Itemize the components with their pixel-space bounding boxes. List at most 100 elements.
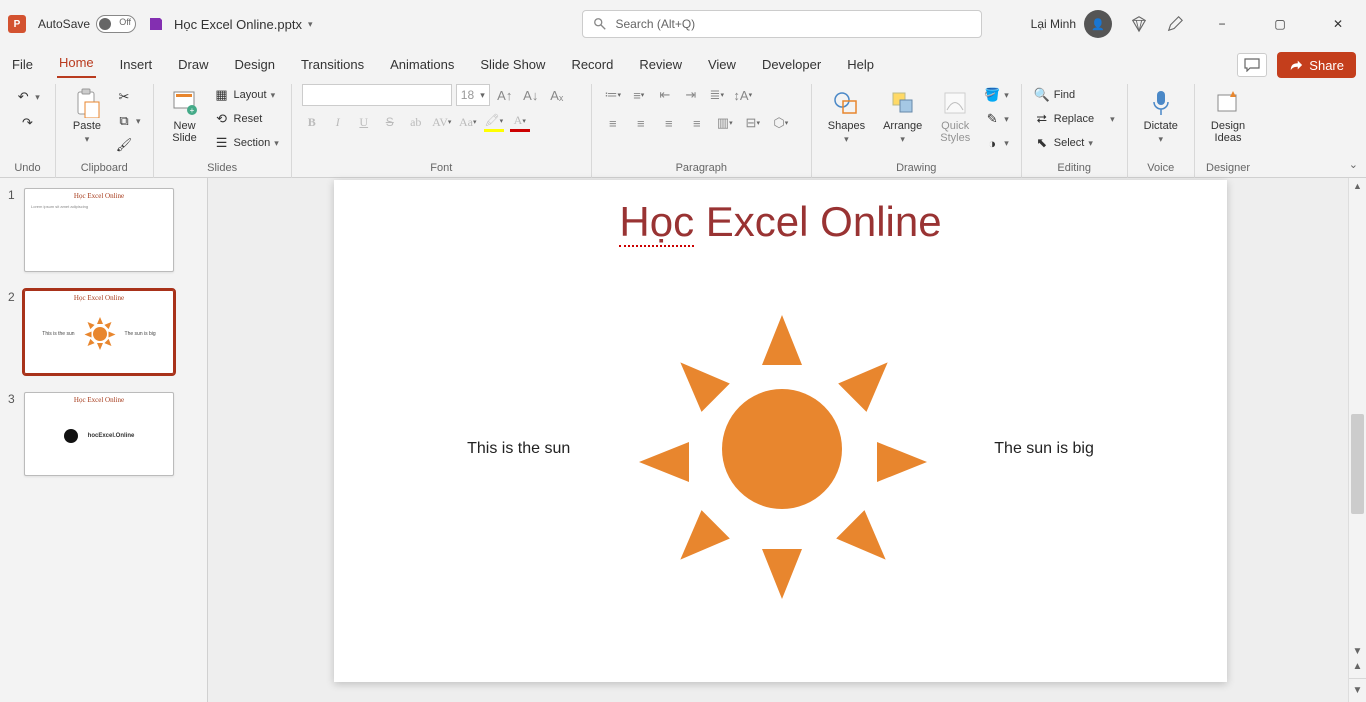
tab-insert[interactable]: Insert <box>118 53 155 78</box>
slide-editor[interactable]: Học Excel Online This is the sun The sun… <box>208 178 1366 702</box>
tab-design[interactable]: Design <box>233 53 277 78</box>
highlight-button[interactable]: 🖍▾ <box>484 112 504 132</box>
right-text[interactable]: The sun is big <box>994 440 1094 458</box>
save-icon[interactable] <box>148 16 164 32</box>
paste-button[interactable]: Paste ▾ <box>66 84 108 149</box>
tab-review[interactable]: Review <box>637 53 684 78</box>
current-slide[interactable]: Học Excel Online This is the sun The sun… <box>334 180 1227 682</box>
pen-icon[interactable] <box>1166 15 1184 33</box>
thumbnail-1[interactable]: 1 Học Excel Online Lorem ipsum sit amet … <box>8 188 195 272</box>
dictate-button[interactable]: Dictate▾ <box>1138 84 1184 149</box>
reset-button[interactable]: ⟲Reset <box>212 110 281 128</box>
underline-button[interactable]: U <box>354 112 374 132</box>
arrange-icon <box>890 88 916 118</box>
change-case-button[interactable]: Aa▾ <box>458 112 478 132</box>
tab-home[interactable]: Home <box>57 51 96 78</box>
decrease-font-button[interactable]: A↓ <box>520 84 542 106</box>
shape-effects-button[interactable]: ◑▾ <box>982 134 1011 152</box>
undo-button[interactable]: ↶▾ <box>13 88 42 106</box>
share-button[interactable]: Share <box>1277 52 1356 78</box>
increase-font-button[interactable]: A↑ <box>494 84 516 106</box>
sun-shape[interactable] <box>650 317 914 581</box>
tab-developer[interactable]: Developer <box>760 53 823 78</box>
bullets-button[interactable]: ≔▾ <box>602 84 624 106</box>
ribbon-tabs: File Home Insert Draw Design Transitions… <box>0 48 1366 78</box>
tab-transitions[interactable]: Transitions <box>299 53 366 78</box>
quick-styles-icon <box>942 88 968 118</box>
shape-outline-button[interactable]: ✎▾ <box>982 110 1011 128</box>
bold-button[interactable]: B <box>302 112 322 132</box>
thumbnail-2[interactable]: 2 Học Excel Online This is the sun <box>8 290 195 374</box>
tab-view[interactable]: View <box>706 53 738 78</box>
clear-formatting-icon: Aₓ <box>550 88 563 103</box>
align-text-button[interactable]: ⊟▾ <box>742 112 764 134</box>
prev-slide-button[interactable]: ▲ <box>1353 661 1363 672</box>
font-name-input[interactable] <box>302 84 452 106</box>
slide-title[interactable]: Học Excel Online <box>334 180 1227 247</box>
close-button[interactable]: ✕ <box>1318 9 1358 39</box>
restore-button[interactable]: ▢ <box>1260 9 1300 39</box>
shapes-button[interactable]: Shapes▾ <box>822 84 871 149</box>
smartart-button[interactable]: ⬡▾ <box>770 112 792 134</box>
search-input[interactable]: Search (Alt+Q) <box>582 10 982 38</box>
cut-button[interactable]: ✂ <box>114 88 143 106</box>
align-center-button[interactable]: ≡ <box>630 112 652 134</box>
character-spacing-button[interactable]: AV▾ <box>432 112 452 132</box>
tab-file[interactable]: File <box>10 53 35 78</box>
scroll-down-button[interactable]: ▼ <box>1353 646 1363 657</box>
left-text[interactable]: This is the sun <box>467 440 570 458</box>
tab-slideshow[interactable]: Slide Show <box>478 53 547 78</box>
slide-thumbnails-panel[interactable]: 1 Học Excel Online Lorem ipsum sit amet … <box>0 178 208 702</box>
diamond-icon[interactable] <box>1130 15 1148 33</box>
group-designer-label: Designer <box>1205 160 1251 176</box>
replace-button[interactable]: ⮂Replace▾ <box>1032 110 1117 128</box>
tab-animations[interactable]: Animations <box>388 53 456 78</box>
clear-formatting-button[interactable]: Aₓ <box>546 84 568 106</box>
filename-dropdown[interactable]: Học Excel Online.pptx ▾ <box>174 17 312 32</box>
line-spacing-button[interactable]: ≣▾ <box>706 84 728 106</box>
ribbon: ↶▾ ↷ Undo Paste ▾ ✂ ⧉▾ 🖌 Clipboard <box>0 78 1366 178</box>
new-slide-button[interactable]: + New Slide <box>164 84 206 148</box>
minimize-button[interactable]: − <box>1202 9 1242 39</box>
format-painter-button[interactable]: 🖌 <box>114 136 143 154</box>
increase-indent-button[interactable]: ⇥ <box>680 84 702 106</box>
italic-button[interactable]: I <box>328 112 348 132</box>
design-ideas-button[interactable]: Design Ideas <box>1205 84 1251 148</box>
copy-button[interactable]: ⧉▾ <box>114 112 143 130</box>
align-left-button[interactable]: ≡ <box>602 112 624 134</box>
select-button[interactable]: ⬉Select▾ <box>1032 134 1117 152</box>
find-button[interactable]: 🔍Find <box>1032 86 1117 104</box>
text-direction-button[interactable]: ↕A▾ <box>732 84 754 106</box>
autosave-toggle[interactable]: AutoSave Off <box>38 15 136 33</box>
decrease-indent-button[interactable]: ⇤ <box>654 84 676 106</box>
next-slide-button[interactable]: ▼ <box>1353 685 1363 696</box>
tab-record[interactable]: Record <box>569 53 615 78</box>
thumbnail-3[interactable]: 3 Học Excel Online hocExcel.Online <box>8 392 195 476</box>
arrange-button[interactable]: Arrange▾ <box>877 84 928 149</box>
strikethrough-button[interactable]: S <box>380 112 400 132</box>
scroll-up-button[interactable]: ▲ <box>1349 178 1366 194</box>
layout-button[interactable]: ▦Layout▾ <box>212 86 281 104</box>
shadow-button[interactable]: ab <box>406 112 426 132</box>
vertical-scrollbar[interactable]: ▲ ▼ ▲ ▼ <box>1348 178 1366 702</box>
user-account[interactable]: Lại Minh 👤 <box>1031 10 1112 38</box>
columns-button[interactable]: ▥▾ <box>714 112 736 134</box>
shape-fill-button[interactable]: 🪣▾ <box>982 86 1011 104</box>
section-button[interactable]: ☰Section▾ <box>212 134 281 152</box>
main-area: 1 Học Excel Online Lorem ipsum sit amet … <box>0 178 1366 702</box>
align-right-button[interactable]: ≡ <box>658 112 680 134</box>
collapse-ribbon-button[interactable]: ⌄ <box>1349 158 1358 171</box>
avatar: 👤 <box>1084 10 1112 38</box>
quick-styles-button[interactable]: Quick Styles <box>934 84 976 148</box>
font-size-input[interactable]: 18▾ <box>456 84 490 106</box>
find-icon: 🔍 <box>1034 87 1050 103</box>
group-font-label: Font <box>302 160 581 176</box>
tab-draw[interactable]: Draw <box>176 53 210 78</box>
comments-button[interactable] <box>1237 53 1267 77</box>
justify-button[interactable]: ≡ <box>686 112 708 134</box>
font-color-button[interactable]: A▾ <box>510 112 530 132</box>
scrollbar-thumb[interactable] <box>1351 414 1364 514</box>
redo-button[interactable]: ↷ <box>18 114 38 132</box>
numbering-button[interactable]: ≡▾ <box>628 84 650 106</box>
tab-help[interactable]: Help <box>845 53 876 78</box>
